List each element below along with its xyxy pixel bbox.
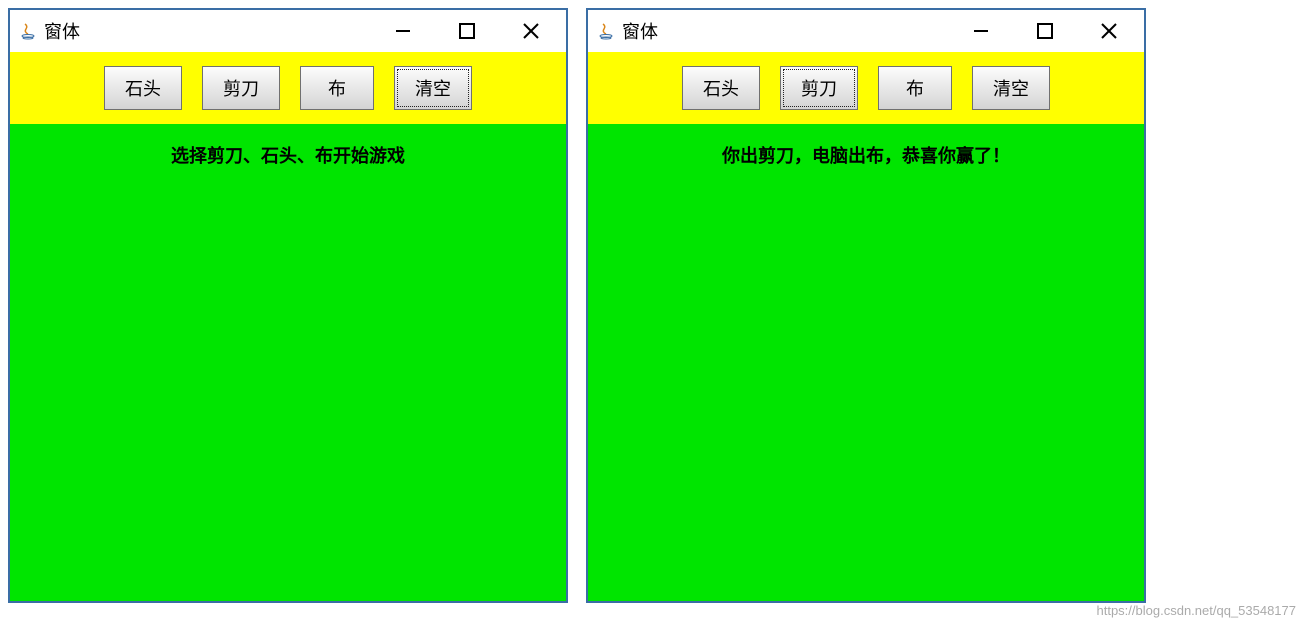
window-controls: [391, 19, 558, 43]
toolbar: 石头 剪刀 布 清空: [588, 52, 1144, 124]
java-icon: [596, 21, 616, 41]
titlebar-left: 窗体: [596, 18, 969, 44]
app-window-2: 窗体 石头 剪刀 布 清空 你出剪刀，电脑出布，恭喜你赢了！: [586, 8, 1146, 603]
watermark: https://blog.csdn.net/qq_53548177: [1097, 603, 1297, 618]
content-area: 选择剪刀、石头、布开始游戏: [10, 124, 566, 601]
titlebar-left: 窗体: [18, 18, 391, 44]
maximize-button[interactable]: [455, 19, 479, 43]
minimize-button[interactable]: [969, 19, 993, 43]
scissors-button[interactable]: 剪刀: [780, 66, 858, 110]
maximize-button[interactable]: [1033, 19, 1057, 43]
paper-button[interactable]: 布: [300, 66, 374, 110]
scissors-button[interactable]: 剪刀: [202, 66, 280, 110]
toolbar: 石头 剪刀 布 清空: [10, 52, 566, 124]
close-button[interactable]: [1097, 19, 1121, 43]
window-title: 窗体: [44, 18, 80, 44]
clear-button[interactable]: 清空: [972, 66, 1050, 110]
window-controls: [969, 19, 1136, 43]
minimize-button[interactable]: [391, 19, 415, 43]
paper-button[interactable]: 布: [878, 66, 952, 110]
rock-button[interactable]: 石头: [104, 66, 182, 110]
titlebar: 窗体: [588, 10, 1144, 52]
rock-button[interactable]: 石头: [682, 66, 760, 110]
clear-button[interactable]: 清空: [394, 66, 472, 110]
status-message: 你出剪刀，电脑出布，恭喜你赢了！: [588, 142, 1144, 168]
close-button[interactable]: [519, 19, 543, 43]
titlebar: 窗体: [10, 10, 566, 52]
status-message: 选择剪刀、石头、布开始游戏: [10, 142, 566, 168]
app-window-1: 窗体 石头 剪刀 布 清空 选择剪刀、石头、布开始游戏: [8, 8, 568, 603]
java-icon: [18, 21, 38, 41]
content-area: 你出剪刀，电脑出布，恭喜你赢了！: [588, 124, 1144, 601]
window-title: 窗体: [622, 18, 658, 44]
